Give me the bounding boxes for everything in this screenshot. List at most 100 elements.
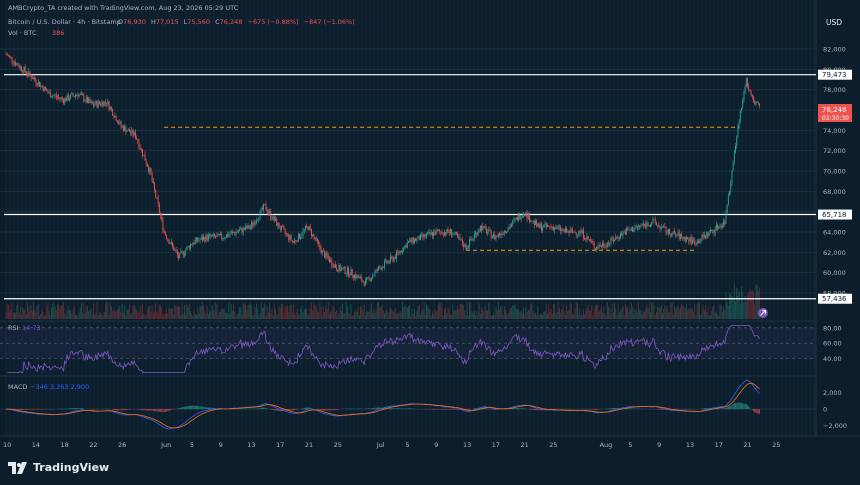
candle-body xyxy=(29,71,31,76)
candle-body xyxy=(741,107,742,111)
candle-body xyxy=(539,224,541,228)
candle-body xyxy=(636,225,638,228)
volume-bar xyxy=(735,301,736,319)
volume-bar xyxy=(604,313,606,319)
candle-body xyxy=(442,233,444,236)
volume-bar xyxy=(628,311,630,319)
macd-histogram-bar xyxy=(324,409,326,411)
volume-bar xyxy=(213,313,215,319)
volume-bar xyxy=(225,313,227,319)
candle-body xyxy=(673,231,675,234)
volume-bar xyxy=(167,313,169,319)
candle-body xyxy=(671,232,673,237)
volume-bar xyxy=(502,315,504,319)
candle-body xyxy=(82,93,84,96)
candle-body xyxy=(664,226,666,228)
macd-histogram-bar xyxy=(276,409,278,411)
candle-body xyxy=(11,57,13,62)
volume-bar xyxy=(193,310,195,319)
candle-body xyxy=(459,236,461,241)
volume-bar xyxy=(572,313,574,319)
time-axis-label: 25 xyxy=(772,441,780,449)
candle-body xyxy=(6,54,8,56)
candle-body xyxy=(730,182,732,192)
volume-bar xyxy=(695,314,697,319)
price-axis-label: 62,000 xyxy=(823,249,846,257)
volume-bar xyxy=(362,309,364,319)
candle-body xyxy=(328,258,330,263)
time-axis-label: 18 xyxy=(61,441,69,449)
volume-bar xyxy=(435,311,437,319)
candle-body xyxy=(224,237,226,239)
candle-body xyxy=(89,98,91,103)
volume-bar xyxy=(650,311,651,319)
candle-body xyxy=(191,244,193,246)
candle-body xyxy=(373,275,375,276)
volume-bar xyxy=(390,307,391,319)
volume-bar xyxy=(96,302,98,319)
candle-body xyxy=(569,229,571,234)
volume-bar xyxy=(727,305,729,319)
volume-bar xyxy=(136,309,138,319)
volume-bar xyxy=(646,305,648,319)
trading-chart[interactable]: 80.0060.0040.00 2,0000−2,000 USD 82,0008… xyxy=(0,0,860,485)
volume-bar xyxy=(229,314,231,319)
time-axis-label: 13 xyxy=(686,441,694,449)
volume-bar xyxy=(536,315,538,319)
change-extra: −847 (−1.06%) xyxy=(304,18,355,26)
volume-bar xyxy=(18,312,20,319)
volume-bar xyxy=(137,312,139,319)
candle-body xyxy=(578,233,580,235)
volume-bar xyxy=(294,315,296,319)
candle-body xyxy=(705,235,707,238)
macd-histogram-bar xyxy=(112,409,114,410)
macd-histogram-bar xyxy=(198,406,200,410)
volume-bar xyxy=(454,310,456,319)
candle-body xyxy=(477,231,479,236)
volume-bar xyxy=(706,311,708,319)
time-axis-label: 13 xyxy=(247,441,255,449)
volume-bar xyxy=(717,313,719,319)
macd-histogram-bar xyxy=(337,409,339,410)
macd-histogram-bar xyxy=(163,409,165,413)
candle-body xyxy=(669,229,671,235)
time-axis-label: 5 xyxy=(628,441,632,449)
candle-body xyxy=(110,107,112,110)
candle-body xyxy=(126,130,128,133)
volume-bar xyxy=(278,306,280,319)
volume-bar xyxy=(730,294,732,319)
volume-bar xyxy=(400,312,402,319)
candle-body xyxy=(745,77,747,88)
volume-bar xyxy=(66,310,68,319)
candle-body xyxy=(333,264,335,268)
candle-body xyxy=(641,225,643,227)
macd-histogram-bar xyxy=(19,409,21,410)
currency-label[interactable]: USD xyxy=(826,18,842,27)
candle-body xyxy=(308,226,310,230)
volume-bar xyxy=(386,308,388,319)
macd-histogram-bar xyxy=(24,409,26,410)
volume-bar xyxy=(491,315,493,319)
macd-histogram-bar xyxy=(521,408,523,410)
volume-bar xyxy=(317,310,318,319)
volume-bar xyxy=(545,303,547,319)
volume-bar xyxy=(255,303,257,319)
candle-body xyxy=(272,215,274,220)
volume-bar xyxy=(685,303,687,319)
candle-body xyxy=(61,97,63,100)
volume-bar xyxy=(185,314,187,319)
macd-histogram-bar xyxy=(658,409,660,410)
candle-body xyxy=(412,237,414,244)
volume-bar xyxy=(143,313,145,319)
macd-histogram-bar xyxy=(312,408,314,410)
alert-arrow-icon[interactable] xyxy=(758,308,768,318)
macd-histogram-bar xyxy=(739,402,741,410)
candle-body xyxy=(151,174,153,182)
volume-bar xyxy=(217,315,219,319)
candle-body xyxy=(356,275,358,279)
candle-body xyxy=(40,85,42,87)
macd-histogram-bar xyxy=(169,409,171,411)
volume-bar xyxy=(658,307,660,319)
volume-bar xyxy=(88,311,90,319)
candle-body xyxy=(490,230,492,238)
